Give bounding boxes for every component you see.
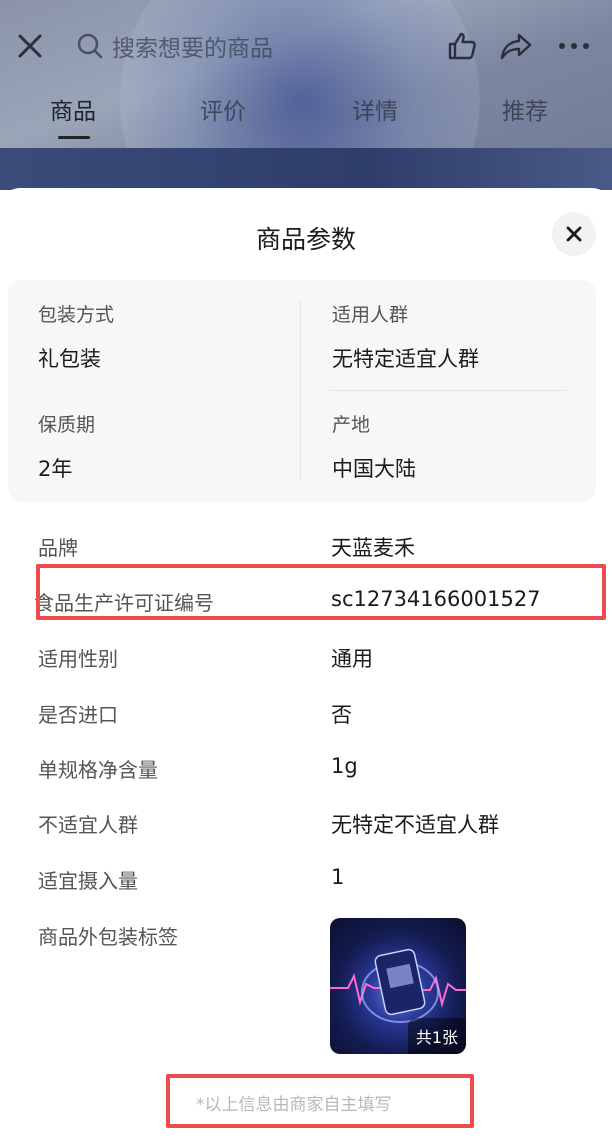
param-value: 2年 bbox=[38, 457, 73, 481]
param-row-imported: 是否进口 否 bbox=[0, 699, 612, 739]
row-label: 商品外包装标签 bbox=[38, 925, 178, 949]
sheet-title: 商品参数 bbox=[255, 225, 356, 254]
row-value: 通用 bbox=[331, 647, 373, 671]
param-label: 包装方式 bbox=[38, 304, 115, 326]
param-row-intake: 适宜摄入量 1 bbox=[0, 865, 612, 905]
row-value: 天蓝麦禾 bbox=[331, 536, 415, 560]
share-button[interactable] bbox=[496, 26, 536, 66]
param-row-net-content: 单规格净含量 1g bbox=[0, 754, 612, 794]
more-icon bbox=[559, 43, 589, 49]
close-icon bbox=[566, 226, 582, 242]
active-tab-indicator bbox=[58, 136, 90, 139]
divider bbox=[300, 300, 301, 480]
param-row-gender: 适用性别 通用 bbox=[0, 643, 612, 683]
param-label: 保质期 bbox=[38, 414, 96, 436]
row-value: 否 bbox=[331, 703, 352, 727]
share-icon bbox=[500, 33, 532, 60]
key-params-card: 包装方式 礼包装 适用人群 无特定适宜人群 保质期 2年 产地 中国大陆 bbox=[8, 280, 596, 502]
row-label: 品牌 bbox=[38, 536, 78, 560]
row-label: 是否进口 bbox=[38, 703, 118, 727]
product-banner bbox=[0, 148, 612, 190]
close-button[interactable] bbox=[10, 26, 50, 66]
param-origin: 产地 中国大陆 bbox=[332, 410, 416, 483]
row-label: 不适宜人群 bbox=[38, 813, 138, 837]
like-button[interactable] bbox=[442, 26, 482, 66]
param-audience: 适用人群 无特定适宜人群 bbox=[332, 300, 479, 373]
highlight-box-license bbox=[36, 564, 606, 620]
row-label: 单规格净含量 bbox=[38, 758, 158, 782]
product-tabs: 商品 评价 详情 推荐 bbox=[0, 92, 612, 142]
highlight-box-footnote bbox=[166, 1074, 474, 1128]
param-shelf-life: 保质期 2年 bbox=[38, 410, 95, 483]
tab-recommend[interactable]: 推荐 bbox=[502, 92, 548, 126]
param-value: 礼包装 bbox=[38, 347, 101, 371]
sheet-close-button[interactable] bbox=[552, 212, 596, 256]
close-icon bbox=[18, 34, 42, 58]
param-label: 产地 bbox=[332, 414, 371, 436]
package-label-image[interactable]: 共1张 bbox=[330, 918, 466, 1054]
param-packaging: 包装方式 礼包装 bbox=[38, 300, 114, 373]
tab-product[interactable]: 商品 bbox=[50, 92, 96, 126]
row-value: 1g bbox=[331, 754, 358, 778]
search-bar[interactable]: 搜索想要的商品 bbox=[76, 26, 316, 66]
tab-reviews[interactable]: 评价 bbox=[200, 92, 246, 126]
row-label: 适用性别 bbox=[38, 647, 118, 671]
param-label: 适用人群 bbox=[332, 304, 409, 326]
search-placeholder: 搜索想要的商品 bbox=[112, 36, 273, 62]
param-row-not-suitable: 不适宜人群 无特定不适宜人群 bbox=[0, 809, 612, 849]
image-count-badge: 共1张 bbox=[407, 1018, 466, 1054]
row-value: 1 bbox=[331, 865, 345, 889]
parameters-sheet: 商品参数 包装方式 礼包装 适用人群 无特定适宜人群 保质期 2年 产地 中国大… bbox=[0, 188, 612, 1144]
thumbs-up-icon bbox=[448, 32, 476, 60]
tab-details[interactable]: 详情 bbox=[352, 92, 398, 126]
param-value: 中国大陆 bbox=[332, 457, 416, 481]
row-label: 适宜摄入量 bbox=[38, 869, 138, 893]
row-value: 无特定不适宜人群 bbox=[331, 813, 499, 837]
top-bar: 搜索想要的商品 商品 评价 详情 推荐 bbox=[0, 0, 612, 190]
search-icon bbox=[77, 33, 103, 59]
divider bbox=[330, 390, 566, 391]
param-value: 无特定适宜人群 bbox=[332, 347, 479, 371]
more-button[interactable] bbox=[554, 26, 594, 66]
param-row-package-label: 商品外包装标签 bbox=[0, 921, 612, 961]
